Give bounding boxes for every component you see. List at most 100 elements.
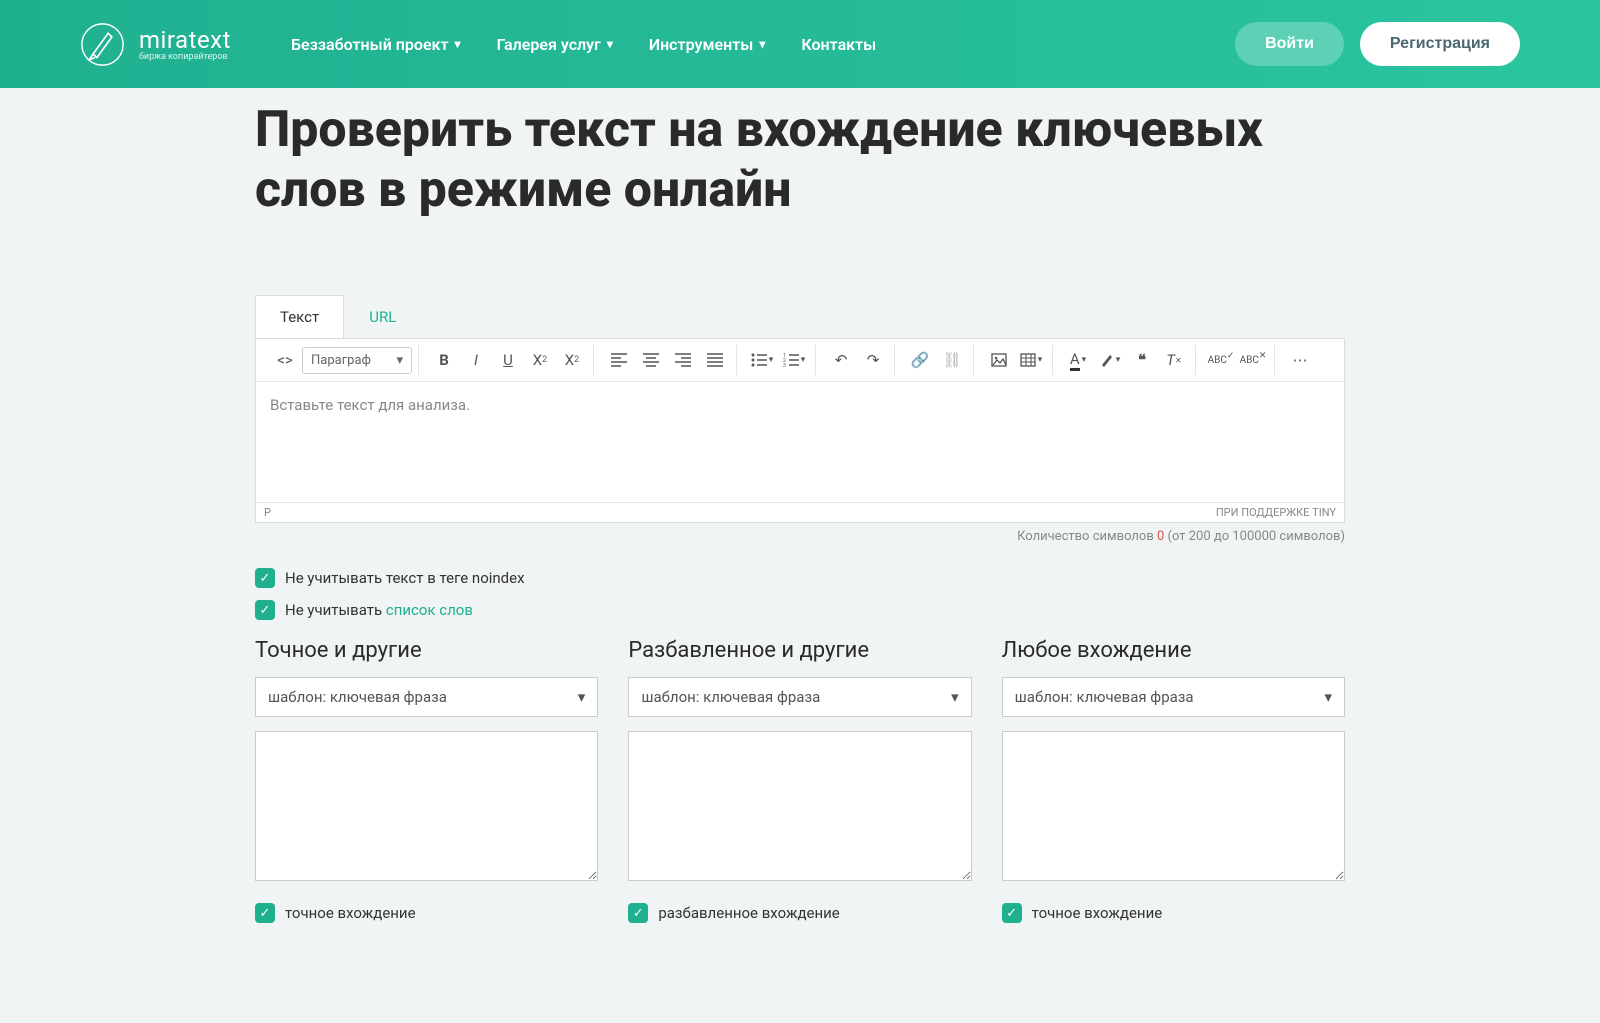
col-diluted: Разбавленное и другие шаблон: ключевая ф…: [628, 638, 971, 923]
more-icon[interactable]: ⋯: [1285, 345, 1315, 375]
table-icon[interactable]: ▾: [1016, 345, 1046, 375]
checkbox-any[interactable]: ✓: [1002, 903, 1022, 923]
nav-label: Беззаботный проект: [291, 35, 449, 54]
nav-contacts[interactable]: Контакты: [801, 35, 876, 54]
image-icon[interactable]: [984, 345, 1014, 375]
checkbox-stopwords-label: Не учитывать список слов: [285, 601, 473, 619]
paragraph-select-label: Параграф: [311, 353, 371, 368]
svg-text:3: 3: [783, 363, 786, 367]
highlight-icon[interactable]: ▾: [1095, 345, 1125, 375]
col-title: Точное и другие: [255, 638, 598, 663]
nav-tools[interactable]: Инструменты ▾: [649, 35, 766, 54]
col-title: Любое вхождение: [1002, 638, 1345, 663]
chevron-down-icon: ▾: [578, 688, 586, 706]
checkbox-exact[interactable]: ✓: [255, 903, 275, 923]
template-select-any[interactable]: шаблон: ключевая фраза ▾: [1002, 677, 1345, 717]
main-container: Проверить текст на вхождение ключевых сл…: [235, 100, 1365, 923]
logo-area[interactable]: miratext биржа копирайтеров: [80, 22, 231, 67]
chevron-down-icon: ▾: [396, 353, 403, 368]
select-placeholder: шаблон: ключевая фраза: [268, 688, 447, 706]
bold-icon[interactable]: B: [429, 345, 459, 375]
page-title: Проверить текст на вхождение ключевых сл…: [255, 100, 1345, 220]
editor-textarea[interactable]: Вставьте текст для анализа.: [256, 382, 1344, 502]
chevron-down-icon: ▾: [759, 37, 765, 51]
template-select-exact[interactable]: шаблон: ключевая фраза ▾: [255, 677, 598, 717]
keywords-textarea-exact[interactable]: [255, 731, 598, 881]
logo-subtitle: биржа копирайтеров: [139, 52, 231, 62]
spellcheck-off-icon[interactable]: ABC✕: [1238, 345, 1268, 375]
nav-gallery[interactable]: Галерея услуг ▾: [497, 35, 613, 54]
code-icon[interactable]: <>: [270, 345, 300, 375]
checkbox-stopwords-row: ✓ Не учитывать список слов: [255, 600, 1345, 620]
nav-project[interactable]: Беззаботный проект ▾: [291, 35, 461, 54]
superscript-icon[interactable]: X2: [525, 345, 555, 375]
keywords-textarea-diluted[interactable]: [628, 731, 971, 881]
checkbox-noindex-row: ✓ Не учитывать текст в теге noindex: [255, 568, 1345, 588]
clear-format-icon[interactable]: T✕: [1159, 345, 1189, 375]
checkbox-stopwords[interactable]: ✓: [255, 600, 275, 620]
underline-icon[interactable]: U: [493, 345, 523, 375]
blockquote-icon[interactable]: ❝: [1127, 345, 1157, 375]
auth-buttons: Войти Регистрация: [1235, 22, 1520, 66]
checkbox-noindex-label: Не учитывать текст в теге noindex: [285, 569, 525, 587]
select-placeholder: шаблон: ключевая фраза: [1015, 688, 1194, 706]
keyword-columns: Точное и другие шаблон: ключевая фраза ▾…: [255, 638, 1345, 923]
tab-text[interactable]: Текст: [255, 295, 344, 338]
tab-url[interactable]: URL: [344, 295, 421, 338]
checkbox-diluted-label: разбавленное вхождение: [658, 904, 839, 922]
nav-label: Инструменты: [649, 35, 754, 54]
select-placeholder: шаблон: ключевая фраза: [641, 688, 820, 706]
chevron-down-icon: ▾: [607, 37, 613, 51]
editor-toolbar: <> Параграф ▾ B I U X2 X2 ▾: [256, 339, 1344, 382]
col-check-diluted: ✓ разбавленное вхождение: [628, 903, 971, 923]
keywords-textarea-any[interactable]: [1002, 731, 1345, 881]
paragraph-select[interactable]: Параграф ▾: [302, 347, 412, 374]
number-list-icon[interactable]: 123▾: [779, 345, 809, 375]
unlink-icon[interactable]: ⛓: [937, 345, 967, 375]
checkbox-diluted[interactable]: ✓: [628, 903, 648, 923]
register-button[interactable]: Регистрация: [1360, 22, 1520, 66]
chevron-down-icon: ▾: [1324, 688, 1332, 706]
stopwords-link[interactable]: список слов: [386, 601, 473, 619]
editor-footer: P ПРИ ПОДДЕРЖКЕ TINY: [256, 502, 1344, 522]
main-nav: Беззаботный проект ▾ Галерея услуг ▾ Инс…: [291, 35, 1235, 54]
char-count-range: (от 200 до 100000 символов): [1164, 529, 1345, 544]
checkbox-exact-label: точное вхождение: [285, 904, 416, 922]
bullet-list-icon[interactable]: ▾: [747, 345, 777, 375]
template-select-diluted[interactable]: шаблон: ключевая фраза ▾: [628, 677, 971, 717]
nav-label: Галерея услуг: [497, 35, 601, 54]
site-header: miratext биржа копирайтеров Беззаботный …: [0, 0, 1600, 88]
align-right-icon[interactable]: [668, 345, 698, 375]
col-check-exact: ✓ точное вхождение: [255, 903, 598, 923]
nav-label: Контакты: [801, 35, 876, 54]
col-any: Любое вхождение шаблон: ключевая фраза ▾…: [1002, 638, 1345, 923]
pencil-logo-icon: [80, 22, 125, 67]
text-editor: <> Параграф ▾ B I U X2 X2 ▾: [255, 338, 1345, 523]
align-center-icon[interactable]: [636, 345, 666, 375]
checkbox-any-label: точное вхождение: [1032, 904, 1163, 922]
redo-icon[interactable]: ↷: [858, 345, 888, 375]
text-color-icon[interactable]: A▾: [1063, 345, 1093, 375]
undo-icon[interactable]: ↶: [826, 345, 856, 375]
editor-path: P: [264, 506, 271, 519]
login-button[interactable]: Войти: [1235, 22, 1344, 66]
align-justify-icon[interactable]: [700, 345, 730, 375]
chevron-down-icon: ▾: [951, 688, 959, 706]
editor-branding: ПРИ ПОДДЕРЖКЕ TINY: [1216, 506, 1336, 519]
link-icon[interactable]: 🔗: [905, 345, 935, 375]
chevron-down-icon: ▾: [455, 37, 461, 51]
logo-text-wrap: miratext биржа копирайтеров: [139, 26, 231, 62]
col-title: Разбавленное и другие: [628, 638, 971, 663]
subscript-icon[interactable]: X2: [557, 345, 587, 375]
logo-text: miratext: [139, 26, 231, 54]
checkbox-noindex[interactable]: ✓: [255, 568, 275, 588]
col-exact: Точное и другие шаблон: ключевая фраза ▾…: [255, 638, 598, 923]
char-count-prefix: Количество символов: [1017, 529, 1157, 544]
align-left-icon[interactable]: [604, 345, 634, 375]
char-count: Количество символов 0 (от 200 до 100000 …: [255, 529, 1345, 544]
col-check-any: ✓ точное вхождение: [1002, 903, 1345, 923]
input-tabs: Текст URL: [255, 295, 1345, 338]
italic-icon[interactable]: I: [461, 345, 491, 375]
checkbox-stopwords-prefix: Не учитывать: [285, 601, 386, 619]
spellcheck-on-icon[interactable]: ABC✓: [1206, 345, 1236, 375]
